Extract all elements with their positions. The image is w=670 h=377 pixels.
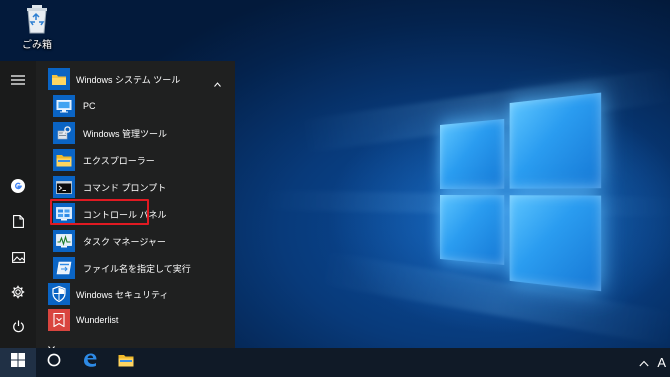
- app-item-pc[interactable]: PC: [36, 93, 235, 119]
- chevron-up-icon[interactable]: [639, 354, 649, 372]
- recycle-bin-icon: [24, 4, 50, 34]
- pictures-button[interactable]: [0, 244, 36, 274]
- app-item-command-prompt[interactable]: コマンド プロンプト: [36, 174, 235, 200]
- pc-icon: [53, 95, 75, 117]
- wallpaper-windows-logo: [440, 92, 615, 292]
- start-menu-rail: [0, 61, 36, 348]
- task-manager-icon: [53, 230, 75, 252]
- explorer-folder-icon: [53, 149, 75, 171]
- start-button[interactable]: [0, 348, 36, 377]
- app-item-windows-admin-tools[interactable]: Windows 管理ツール: [36, 120, 235, 146]
- command-prompt-icon: [53, 176, 75, 198]
- app-item-task-manager[interactable]: タスク マネージャー: [36, 228, 235, 254]
- run-icon: [53, 257, 75, 279]
- windows-logo-icon: [11, 353, 25, 372]
- gear-icon: [11, 285, 25, 304]
- taskbar: A: [0, 348, 670, 377]
- file-explorer-button[interactable]: [108, 348, 144, 377]
- recycle-bin-desktop-icon[interactable]: ごみ箱: [18, 4, 56, 51]
- group-label: Windows システム ツール: [76, 74, 181, 85]
- control-panel-highlight: [50, 199, 149, 225]
- app-label: PC: [83, 101, 96, 111]
- app-item-windows-security[interactable]: Windows セキュリティ: [36, 281, 235, 307]
- edge-icon: [82, 352, 98, 373]
- app-item-wunderlist[interactable]: Wunderlist: [36, 307, 235, 333]
- app-item-run[interactable]: ファイル名を指定して実行: [36, 255, 235, 281]
- power-button[interactable]: [0, 314, 36, 344]
- app-item-explorer[interactable]: エクスプローラー: [36, 147, 235, 173]
- folder-icon: [48, 68, 70, 90]
- document-icon: [12, 215, 24, 233]
- start-menu: Windows システム ツール PC Windows 管理ツール エクスプロー…: [0, 61, 235, 351]
- cortana-button[interactable]: [36, 348, 72, 377]
- app-label: タスク マネージャー: [83, 236, 166, 247]
- hamburger-menu-button[interactable]: [0, 66, 36, 96]
- power-icon: [12, 320, 25, 338]
- user-account-button[interactable]: [0, 173, 36, 203]
- admin-tools-icon: [53, 122, 75, 144]
- hamburger-icon: [11, 72, 25, 90]
- recycle-bin-label: ごみ箱: [22, 40, 52, 51]
- chevron-up-icon: [214, 74, 221, 92]
- wunderlist-icon: [48, 309, 70, 331]
- cortana-circle-icon: [47, 353, 61, 372]
- ime-indicator[interactable]: A: [657, 355, 666, 370]
- app-label: Windows 管理ツール: [83, 128, 168, 139]
- edge-button[interactable]: [72, 348, 108, 377]
- group-windows-system-tools[interactable]: Windows システム ツール: [36, 66, 235, 92]
- app-label: Wunderlist: [76, 315, 119, 325]
- picture-icon: [11, 250, 25, 268]
- documents-button[interactable]: [0, 209, 36, 239]
- app-label: コマンド プロンプト: [83, 182, 167, 193]
- app-label: Windows セキュリティ: [76, 289, 169, 300]
- app-label: エクスプローラー: [83, 155, 155, 166]
- shield-icon: [48, 283, 70, 305]
- settings-button[interactable]: [0, 279, 36, 309]
- app-label: ファイル名を指定して実行: [83, 263, 191, 274]
- google-account-icon: [11, 178, 25, 198]
- file-explorer-icon: [118, 354, 134, 372]
- system-tray: A: [639, 348, 666, 377]
